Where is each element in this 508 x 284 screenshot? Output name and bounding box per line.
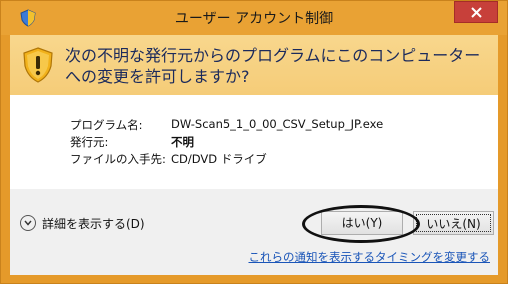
warning-shield-icon [22,47,54,83]
show-details-toggle[interactable]: 詳細を表示する(D) [20,213,145,233]
source-value: CD/DVD ドライブ [171,152,267,166]
program-value: DW-Scan5_1_0_00_CSV_Setup_JP.exe [171,117,384,131]
title-bar[interactable]: ユーザー アカウント制御 [1,1,507,35]
uac-dialog: ユーザー アカウント制御 次の不明な発行元からのプログラムにこのコンピューターへ… [0,0,508,284]
close-button[interactable] [454,1,498,23]
no-button-label: いいえ(N) [416,214,491,232]
program-label: プログラム名: [70,118,143,132]
yes-button[interactable]: はい(Y) [321,211,403,235]
chevron-down-icon [20,215,36,231]
source-label: ファイルの入手先: [70,152,166,166]
publisher-label: 発行元: [70,135,109,149]
prompt-message: 次の不明な発行元からのプログラムにこのコンピューターへの変更を許可しますか? [65,46,481,86]
show-details-label: 詳細を表示する(D) [42,216,145,231]
publisher-value: 不明 [171,135,194,149]
details-panel: プログラム名: DW-Scan5_1_0_00_CSV_Setup_JP.exe… [10,95,498,189]
button-area: 詳細を表示する(D) はい(Y) いいえ(N) これらの通知を表示するタイミング… [10,189,498,275]
notification-settings-link[interactable]: これらの通知を表示するタイミングを変更する [249,249,491,265]
warning-header: 次の不明な発行元からのプログラムにこのコンピューターへの変更を許可しますか? [10,35,498,95]
no-button[interactable]: いいえ(N) [413,211,494,235]
close-icon [471,7,482,18]
window-title: ユーザー アカウント制御 [174,11,334,27]
